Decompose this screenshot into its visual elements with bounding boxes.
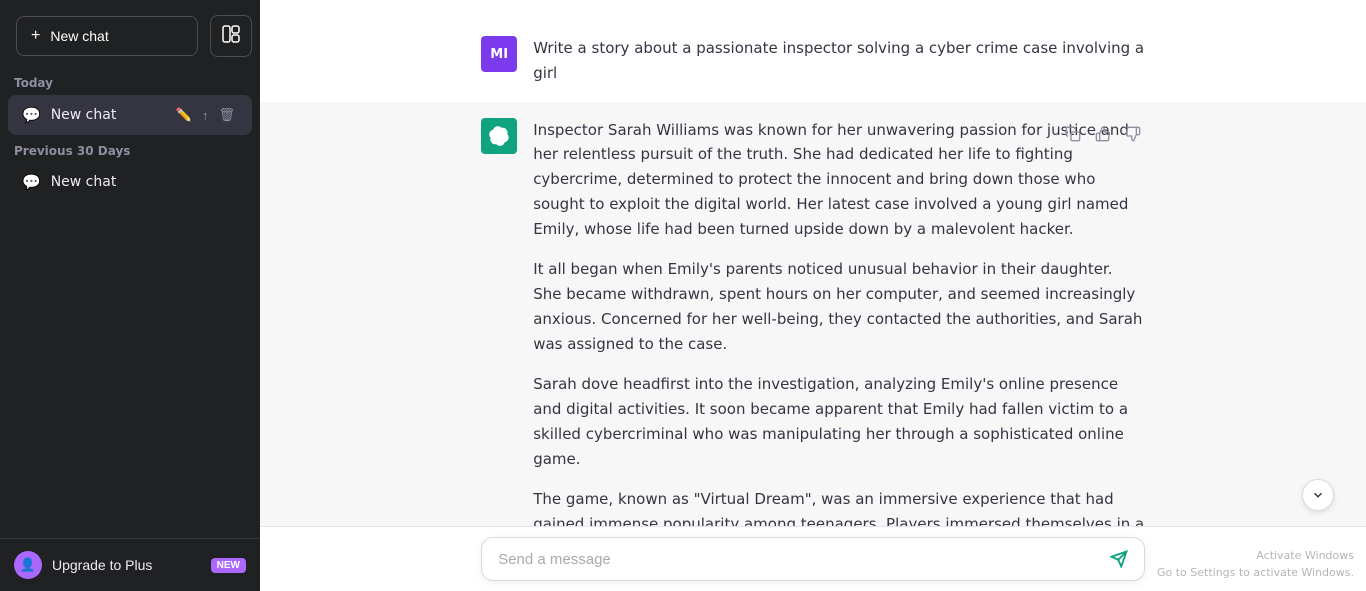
user-initials: MI [490, 47, 508, 62]
section-previous: Previous 30 Days 💬 New chat [0, 136, 260, 202]
chat-item-previous[interactable]: 💬 New chat [8, 163, 252, 201]
new-chat-label: New chat [50, 28, 108, 44]
layout-icon [222, 25, 240, 48]
section-today: Today 💬 New chat ✏️ ↑ 🗑 [0, 68, 260, 136]
user-avatar: MI [481, 36, 517, 72]
input-area [260, 526, 1366, 591]
share-chat-button[interactable]: ↑ [199, 106, 212, 125]
assistant-para-0: Inspector Sarah Williams was known for h… [533, 118, 1145, 242]
upgrade-label: Upgrade to Plus [52, 557, 152, 573]
chat-item-today-label: New chat [51, 107, 163, 123]
user-message-content: Write a story about a passionate inspect… [533, 36, 1145, 86]
chat-item-today[interactable]: 💬 New chat ✏️ ↑ 🗑 [8, 95, 252, 135]
chat-icon: 💬 [22, 106, 41, 124]
main-content: MI Write a story about a passionate insp… [260, 0, 1366, 591]
chat-item-previous-label: New chat [51, 174, 238, 190]
sidebar-spacer [0, 202, 260, 538]
thumbs-up-button[interactable] [1091, 122, 1115, 149]
assistant-message-row: Inspector Sarah Williams was known for h… [260, 102, 1366, 527]
layout-toggle-button[interactable] [210, 15, 252, 57]
user-prompt-text: Write a story about a passionate inspect… [533, 36, 1145, 86]
scroll-down-button[interactable] [1302, 479, 1334, 511]
thumbs-down-button[interactable] [1121, 122, 1145, 149]
chat-icon-prev: 💬 [22, 173, 41, 191]
input-wrapper [481, 537, 1145, 581]
new-badge: NEW [211, 558, 246, 573]
assistant-para-2: Sarah dove headfirst into the investigat… [533, 372, 1145, 471]
chat-messages: MI Write a story about a passionate insp… [260, 0, 1366, 526]
copy-message-button[interactable] [1061, 122, 1085, 149]
upgrade-to-plus-button[interactable]: 👤 Upgrade to Plus NEW [0, 538, 260, 591]
edit-chat-button[interactable]: ✏️ [173, 105, 195, 125]
chat-item-actions: ✏️ ↑ 🗑 [173, 105, 238, 125]
assistant-para-1: It all began when Emily's parents notice… [533, 257, 1145, 356]
assistant-message-content: Inspector Sarah Williams was known for h… [533, 118, 1145, 527]
message-actions [1061, 122, 1145, 149]
sidebar-top-row: + New chat [0, 0, 260, 68]
message-input[interactable] [498, 551, 1102, 568]
new-chat-button[interactable]: + New chat [16, 16, 198, 56]
user-avatar-small: 👤 [14, 551, 42, 579]
sidebar: + New chat Today 💬 New chat ✏️ ↑ 🗑 [0, 0, 260, 591]
section-previous-label: Previous 30 Days [0, 136, 260, 162]
delete-chat-button[interactable]: 🗑 [215, 105, 238, 125]
user-message-row: MI Write a story about a passionate insp… [260, 20, 1366, 102]
assistant-avatar [481, 118, 517, 154]
assistant-para-3: The game, known as "Virtual Dream", was … [533, 487, 1145, 526]
send-button[interactable] [1102, 550, 1128, 568]
plus-icon: + [31, 27, 40, 45]
section-today-label: Today [0, 68, 260, 94]
